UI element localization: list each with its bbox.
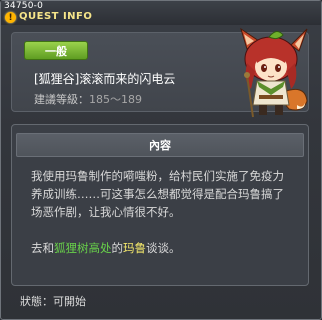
description-line-3: 场恶作剧，让我心情很不好。 xyxy=(31,205,181,219)
quest-content-panel: 內容 我使用玛鲁制作的嗬嗤粉，给村民们实施了免疫力 养成训练……可这事怎么想都觉… xyxy=(11,124,309,286)
quest-description: 我使用玛鲁制作的嗬嗤粉，给村民们实施了免疫力 养成训练……可这事怎么想都觉得是配… xyxy=(31,167,301,257)
quest-id: 34750-0 xyxy=(4,1,44,11)
category-badge: 一般 xyxy=(24,41,88,60)
npc-link[interactable]: 玛鲁 xyxy=(123,241,146,255)
instruction-suffix: 谈谈。 xyxy=(146,241,181,255)
leaf-icon xyxy=(268,31,284,40)
quest-name: [狐狸谷]滚滚而来的闪电云 xyxy=(34,72,176,86)
description-line-1: 我使用玛鲁制作的嗬嗤粉，给村民们实施了免疫力 xyxy=(31,169,284,183)
instruction-prefix: 去和 xyxy=(31,241,54,255)
title-bar[interactable]: 34750-0 ! QUEST INFO xyxy=(1,1,321,25)
status-label: 狀態： xyxy=(20,295,53,308)
quest-info-window: 34750-0 ! QUEST INFO 一般 [狐狸谷]滚滚而来的闪电云 建議… xyxy=(0,0,322,320)
level-value: 185～189 xyxy=(89,93,142,106)
location-link[interactable]: 狐狸树高处 xyxy=(54,241,112,255)
quest-exclamation-icon: ! xyxy=(5,12,16,23)
content-header: 內容 xyxy=(16,133,304,157)
status-value: 可開始 xyxy=(53,295,86,308)
description-line-2: 养成训练……可这事怎么想都觉得是配合玛鲁搞了 xyxy=(31,187,284,201)
instruction-middle: 的 xyxy=(111,241,124,255)
recommended-level: 建議等級：185～189 xyxy=(34,91,142,107)
quest-instruction: 去和狐狸树高处的玛鲁谈谈。 xyxy=(31,239,301,257)
npc-portrait xyxy=(240,27,308,118)
quest-status: 狀態：可開始 xyxy=(20,293,86,309)
level-label: 建議等級： xyxy=(34,93,89,106)
window-title: QUEST INFO xyxy=(19,11,93,22)
